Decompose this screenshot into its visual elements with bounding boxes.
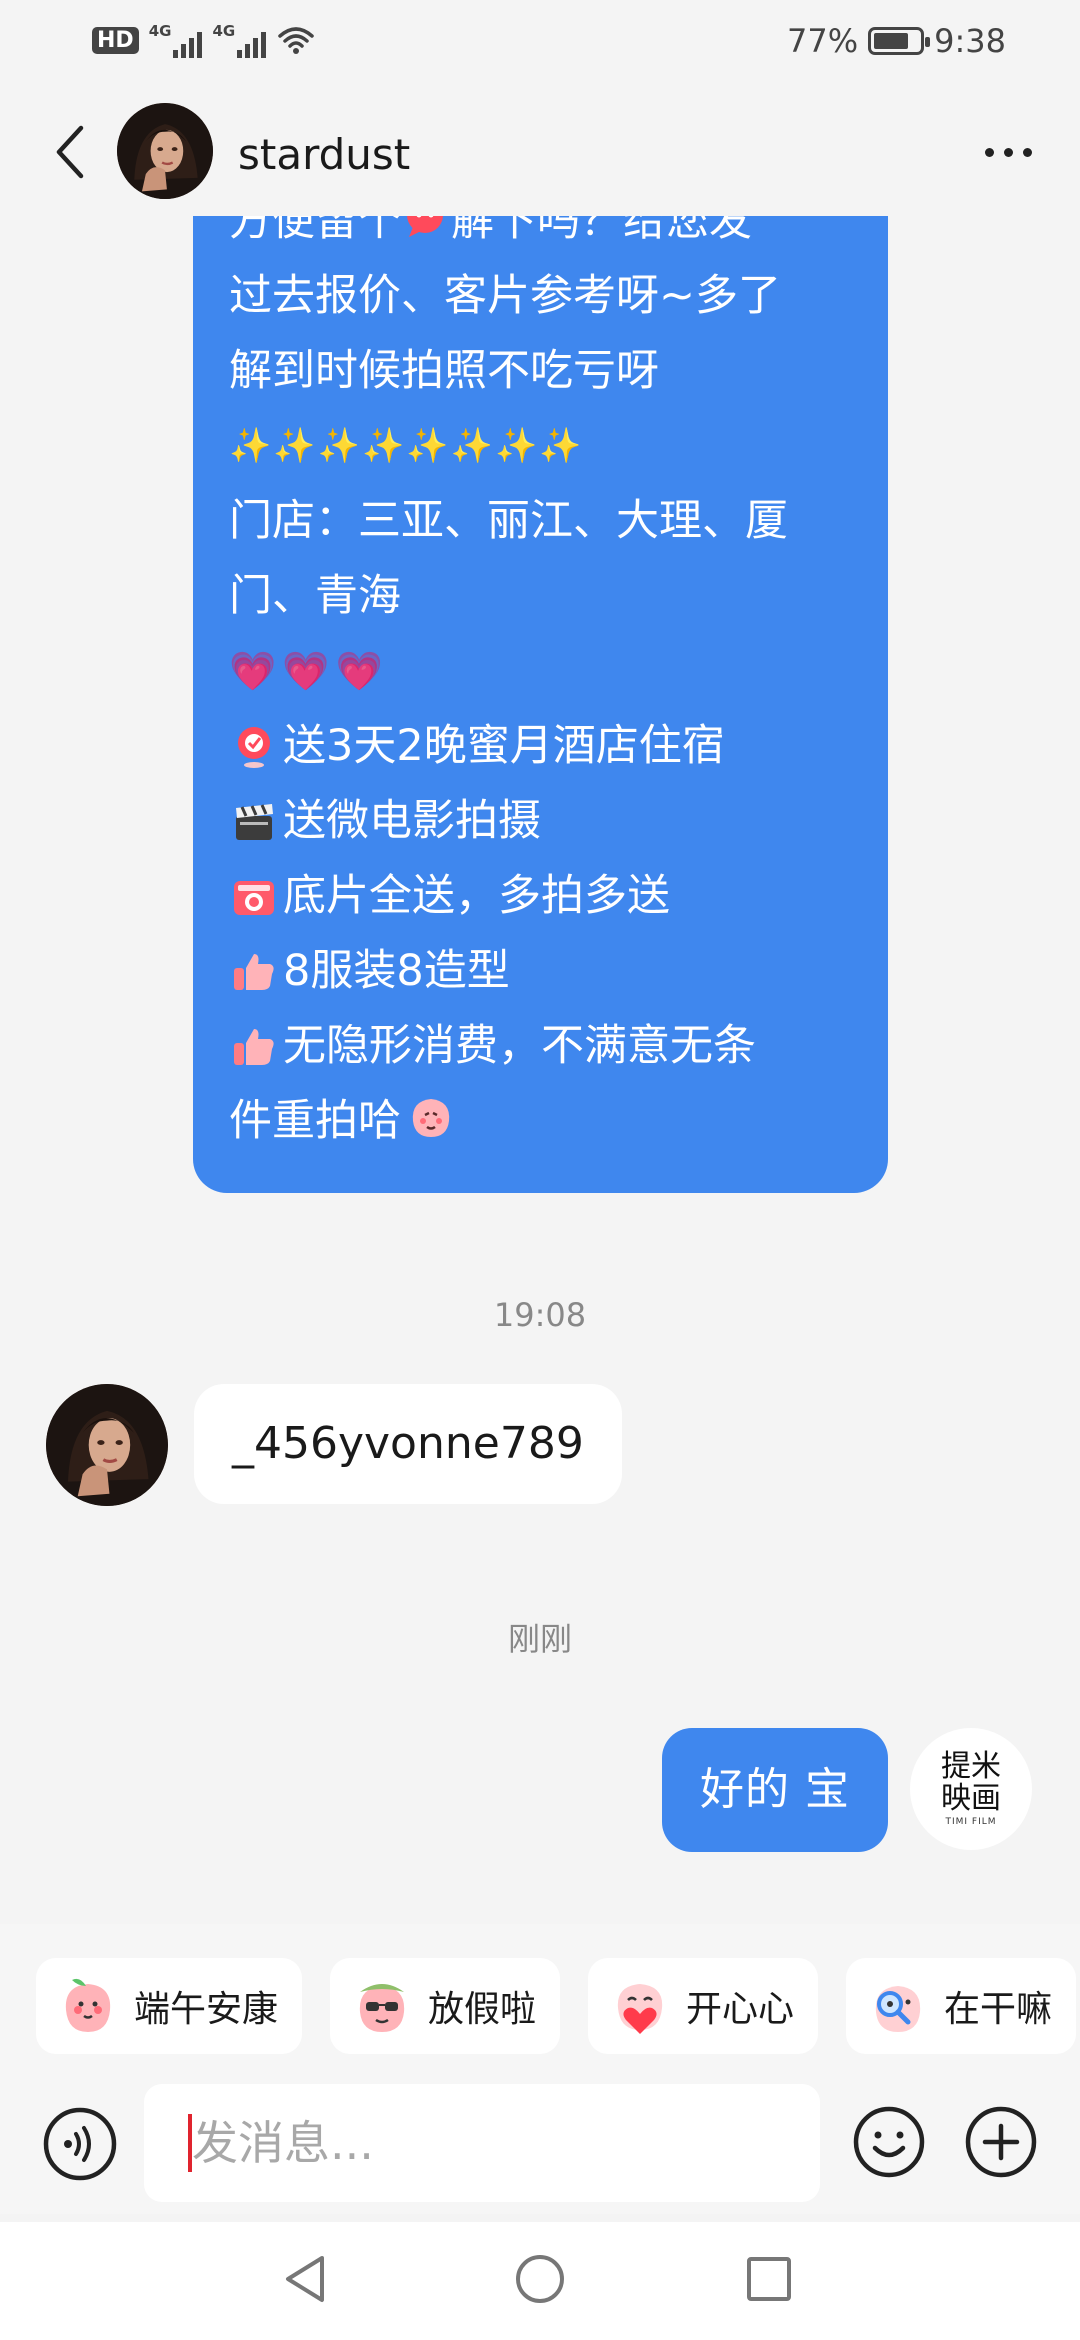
text-cursor [188,2114,192,2172]
quick-reply-chip[interactable]: 放假啦 [330,1958,561,2054]
my-avatar[interactable]: 提米映画 TIMI FILM [910,1728,1032,1850]
contact-name: stardust [238,130,411,179]
avatar-photo-icon [117,103,213,199]
incoming-message-row: _456yvonne789 [46,1384,1080,1510]
message-text: 解下吗？给您发 [451,216,752,246]
back-button[interactable] [40,116,100,188]
status-bar: HD 4G 4G 77% 9:38 [0,0,1080,88]
quick-reply-chip[interactable]: 在干嘛 [846,1958,1077,2054]
signal-label: 4G [212,22,236,40]
status-right: 77% 9:38 [787,22,1006,60]
message-line: 件重拍哈 [229,1084,852,1159]
more-dots-icon [1003,147,1013,157]
message-text: 送微电影拍摄 [283,796,541,846]
more-dots-icon [984,147,994,157]
more-dots-icon [1022,147,1032,157]
thumbs-up-emoji-icon [229,1022,279,1072]
message-line: 门店：三亚、丽江、大理、厦 [229,496,788,546]
contact-avatar[interactable] [117,103,213,199]
heart-emoji-icon: 💗💗💗 [229,649,389,693]
battery-fill [874,33,909,49]
square-recents-icon [747,2257,791,2301]
message-line: 无隐形消费，不满意无条 [229,1009,852,1084]
peach-sunglasses-sticker-icon [350,1974,414,2038]
avatar-photo-icon [46,1384,168,1506]
system-navigation-bar [0,2222,1080,2340]
plus-icon [965,2106,1037,2178]
voice-icon [43,2107,117,2181]
camera-emoji-icon [229,872,279,922]
status-left: HD 4G 4G [92,22,316,58]
chat-bubble-emoji-icon [401,216,451,243]
quick-reply-label: 放假啦 [428,1989,537,2030]
contact-avatar[interactable] [46,1384,168,1506]
clock: 9:38 [934,22,1006,60]
timestamp: 刚刚 [507,1620,572,1658]
peach-heart-sticker-icon [608,1974,672,2038]
chevron-left-icon [56,125,84,179]
more-options-button[interactable] [972,132,1044,172]
message-text: 8服装8造型 [283,946,510,996]
nav-home-button[interactable] [505,2244,575,2314]
signal-icon: 4G [149,22,203,58]
voice-input-button[interactable] [40,2104,120,2184]
quick-reply-label: 端午安康 [134,1989,279,2030]
thumbs-up-emoji-icon [229,947,279,997]
incoming-message-bubble[interactable]: _456yvonne789 [194,1384,622,1504]
message-line: 解到时候拍照不吃亏呀 [229,346,659,396]
hd-badge: HD [92,26,139,54]
circle-home-icon [516,2255,564,2303]
message-line: 送微电影拍摄 [229,784,852,859]
message-text: 件重拍哈 [229,1096,401,1146]
quick-sticker-bar: 端午安康 放假啦 开心心 在干嘛 [0,1924,1080,2084]
outgoing-message-bubble[interactable]: 好的 宝 [662,1728,888,1852]
incoming-promo-bubble[interactable]: 方便留个 解下吗？给您发 过去报价、客片参考呀~多了 解到时候拍照不吃亏呀 ✨✨… [193,216,888,1193]
message-text: 送3天2晚蜜月酒店住宿 [283,721,725,771]
chat-header: stardust [0,92,1080,212]
signal-label: 4G [148,22,172,40]
quick-reply-label: 开心心 [686,1989,795,2030]
message-line: 过去报价、客片参考呀~多了 [229,271,782,321]
blushing-peach-emoji-icon [407,1093,457,1143]
message-text: 底片全送，多拍多送 [283,871,670,921]
message-line: 方便留个 解下吗？给您发 [229,216,852,259]
my-avatar-logo-sub: TIMI FILM [945,1817,997,1827]
battery-icon [868,27,931,55]
chat-screen: HD 4G 4G 77% 9:38 stardust 方便留个 解下吗？给您发 … [0,0,1080,2340]
message-list[interactable]: 方便留个 解下吗？给您发 过去报价、客片参考呀~多了 解到时候拍照不吃亏呀 ✨✨… [0,216,1080,1924]
smiley-icon [853,2106,925,2178]
signal-icon: 4G [212,22,267,58]
quick-reply-chip[interactable]: 端午安康 [36,1958,303,2054]
battery-percent: 77% [787,22,859,60]
nav-back-button[interactable] [270,2244,340,2314]
triangle-back-icon [286,2256,324,2302]
quick-reply-chip[interactable]: 开心心 [588,1958,819,2054]
message-input[interactable] [144,2084,820,2202]
peach-magnifier-sticker-icon [866,1974,930,2038]
message-line: 门、青海 [229,571,401,621]
message-line: 底片全送，多拍多送 [229,859,852,934]
sparkles-emoji-icon: ✨✨✨✨✨✨✨✨ [229,426,584,466]
more-actions-button[interactable] [961,2102,1041,2182]
clapperboard-emoji-icon [229,797,279,847]
timestamp: 19:08 [493,1296,587,1334]
message-line: 8服装8造型 [229,934,852,1009]
quick-reply-label: 在干嘛 [944,1989,1053,2030]
emoji-button[interactable] [849,2102,929,2182]
nav-recents-button[interactable] [734,2244,804,2314]
location-pin-emoji-icon [229,722,279,772]
sparkles-line: ✨✨✨✨✨✨✨✨ [229,409,852,484]
message-input-bar [0,2084,1080,2214]
hearts-line: 💗💗💗 [229,634,852,709]
message-text: 无隐形消费，不满意无条 [283,1021,756,1071]
outgoing-message-row: 好的 宝 提米映画 TIMI FILM [0,1728,1080,1852]
message-line: 送3天2晚蜜月酒店住宿 [229,709,852,784]
peach-sticker-icon [56,1974,120,2038]
message-text: 方便留个 [229,216,401,246]
my-avatar-logo: 提米映画 [941,1749,1001,1816]
wifi-icon [278,27,314,54]
